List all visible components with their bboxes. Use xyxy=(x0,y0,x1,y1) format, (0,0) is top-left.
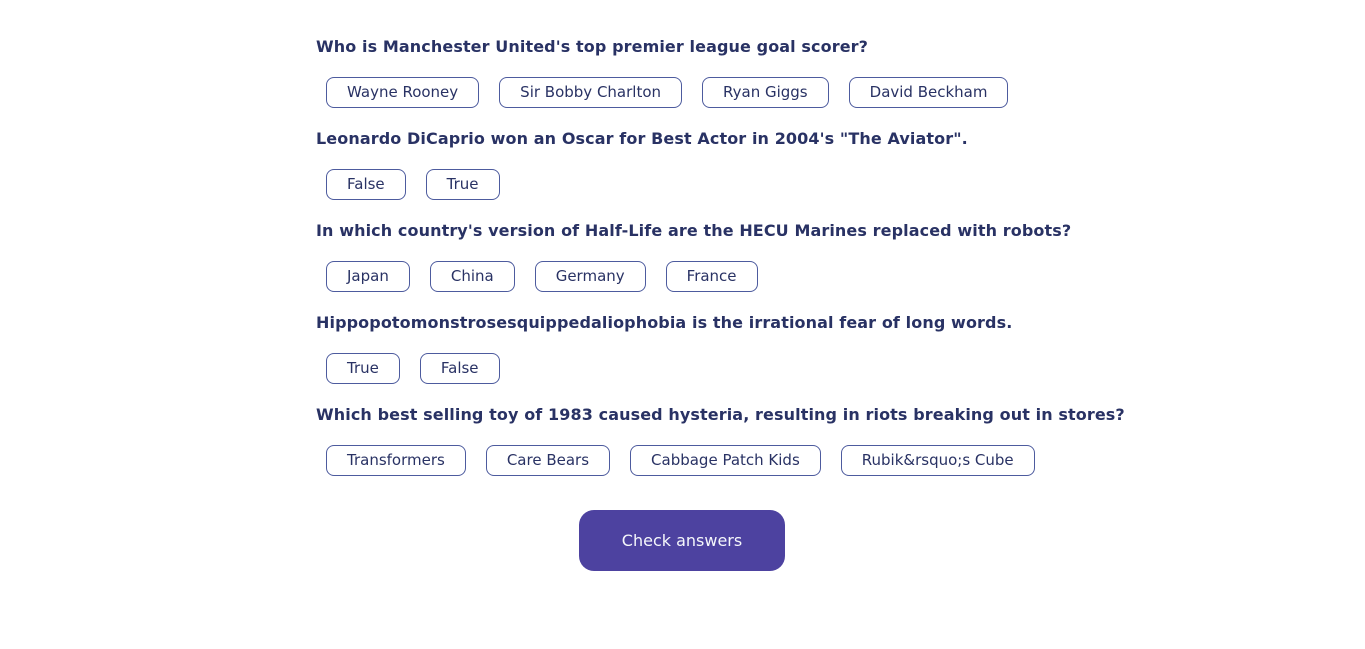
quiz-container: Who is Manchester United's top premier l… xyxy=(316,37,1125,497)
question-4: Hippopotomonstrosesquippedaliophobia is … xyxy=(316,313,1076,405)
question-text: Who is Manchester United's top premier l… xyxy=(316,37,869,56)
question-5: Which best selling toy of 1983 caused hy… xyxy=(316,405,1125,497)
answer-options: Japan China Germany France xyxy=(316,261,1076,292)
answer-option-cabbage-patch-kids[interactable]: Cabbage Patch Kids xyxy=(630,445,821,476)
answer-option-true[interactable]: True xyxy=(326,353,400,384)
answer-option-care-bears[interactable]: Care Bears xyxy=(485,445,611,476)
question-3: In which country's version of Half-Life … xyxy=(316,221,1076,313)
answer-option-wayne-rooney[interactable]: Wayne Rooney xyxy=(326,77,480,108)
answer-option-germany[interactable]: Germany xyxy=(534,261,646,292)
answer-option-transformers[interactable]: Transformers xyxy=(326,445,466,476)
question-2: Leonardo DiCaprio won an Oscar for Best … xyxy=(316,129,1076,221)
answer-option-france[interactable]: France xyxy=(665,261,758,292)
answer-option-ryan-giggs[interactable]: Ryan Giggs xyxy=(702,77,829,108)
answer-option-sir-bobby-charlton[interactable]: Sir Bobby Charlton xyxy=(499,77,683,108)
question-text: In which country's version of Half-Life … xyxy=(316,221,1072,240)
question-text: Leonardo DiCaprio won an Oscar for Best … xyxy=(316,129,968,148)
answer-option-false[interactable]: False xyxy=(419,353,500,384)
check-answers-button[interactable]: Check answers xyxy=(579,510,785,571)
answer-option-true[interactable]: True xyxy=(425,169,500,200)
answer-option-china[interactable]: China xyxy=(429,261,515,292)
answer-options: True False xyxy=(316,353,1076,384)
answer-options: Transformers Care Bears Cabbage Patch Ki… xyxy=(316,445,1076,476)
question-1: Who is Manchester United's top premier l… xyxy=(316,37,1076,129)
answer-option-japan[interactable]: Japan xyxy=(326,261,410,292)
question-text: Hippopotomonstrosesquippedaliophobia is … xyxy=(316,313,1013,332)
answer-option-rubiks-cube[interactable]: Rubik&rsquo;s Cube xyxy=(840,445,1035,476)
answer-option-false[interactable]: False xyxy=(326,169,406,200)
answer-options: False True xyxy=(316,169,1076,200)
answer-options: Wayne Rooney Sir Bobby Charlton Ryan Gig… xyxy=(316,77,1076,108)
answer-option-david-beckham[interactable]: David Beckham xyxy=(848,77,1009,108)
question-text: Which best selling toy of 1983 caused hy… xyxy=(316,405,1125,424)
